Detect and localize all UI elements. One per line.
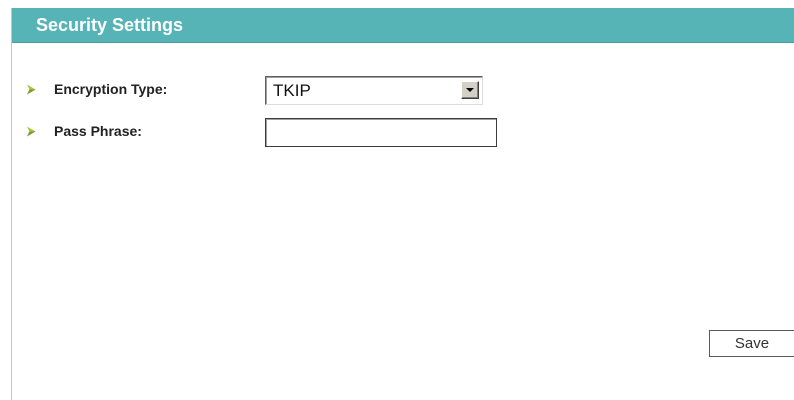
section-header: Security Settings: [12, 8, 794, 43]
encryption-type-select[interactable]: TKIP: [265, 76, 483, 105]
dropdown-button[interactable]: [461, 81, 479, 99]
encryption-type-label: Encryption Type:: [54, 81, 168, 97]
pass-phrase-row: Pass Phrase:: [25, 118, 725, 147]
chevron-right-icon: [27, 84, 36, 95]
chevron-right-icon: [27, 126, 36, 137]
encryption-type-value: TKIP: [273, 81, 311, 100]
save-button[interactable]: Save: [709, 330, 794, 357]
security-settings-panel: Security Settings Encryption Type: TKIP …: [11, 8, 794, 400]
chevron-down-icon: [466, 88, 474, 92]
page-title: Security Settings: [36, 15, 184, 35]
pass-phrase-label: Pass Phrase:: [54, 123, 142, 139]
encryption-type-row: Encryption Type: TKIP: [25, 76, 725, 105]
pass-phrase-input[interactable]: [265, 118, 497, 147]
